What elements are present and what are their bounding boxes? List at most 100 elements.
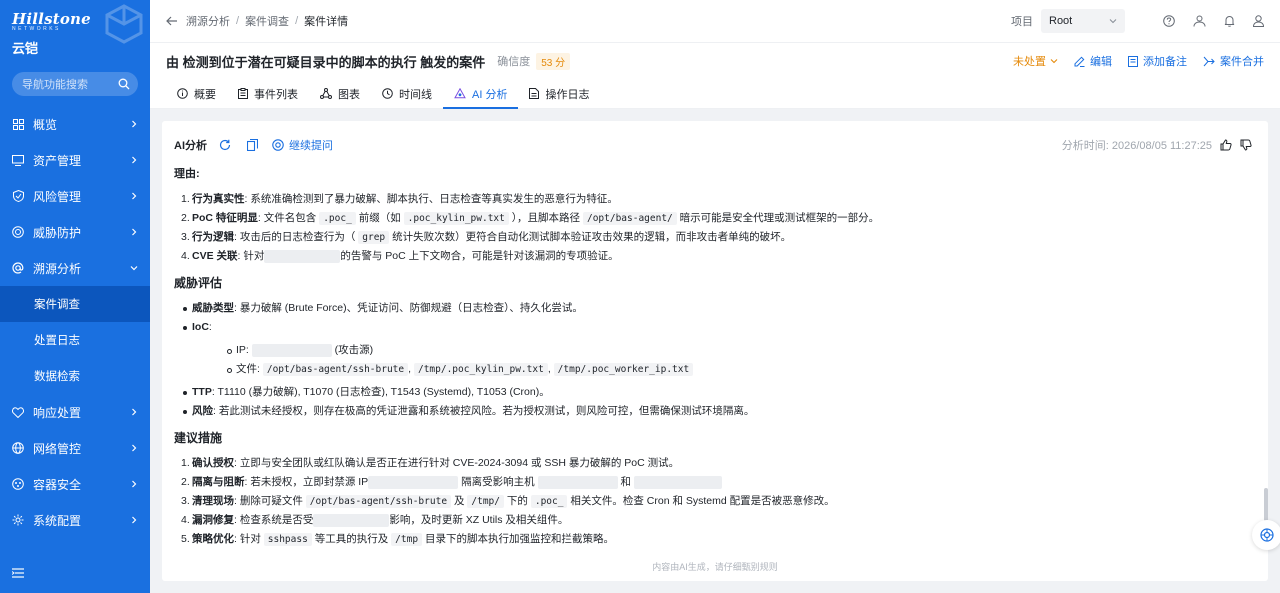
chevron-right-icon xyxy=(132,480,137,488)
item-text: : 针对 xyxy=(237,250,265,262)
help-icon[interactable] xyxy=(1163,15,1175,27)
item-text: ），且脚本路径 xyxy=(508,212,583,224)
item-key: 威胁类型 xyxy=(192,302,234,314)
case-title-bar: 由 检测到位于潜在可疑目录中的脚本的执行 触发的案件 确信度 53 分 未处置 … xyxy=(150,43,1280,79)
item-text: 等工具的执行及 xyxy=(311,533,392,545)
nav-item-risk[interactable]: 风险管理 xyxy=(0,178,150,214)
chevron-right-icon xyxy=(132,516,137,524)
search-icon[interactable] xyxy=(118,78,130,90)
thumbs-up-icon[interactable] xyxy=(1220,139,1232,151)
nav-item-system[interactable]: 系统配置 xyxy=(0,502,150,538)
bell-icon[interactable] xyxy=(1224,15,1235,27)
nav-item-label: 资产管理 xyxy=(33,153,82,168)
ai-analysis-card: AI分析 继续提问 分析时间: 2026/08/05 11:27:25 理由: … xyxy=(162,121,1268,581)
list-item: IP: (攻击源) xyxy=(174,341,1254,360)
merge-case-button[interactable]: 案件合并 xyxy=(1203,53,1264,69)
tab-label: 时间线 xyxy=(399,88,432,101)
list-item: 风险: 若此测试未经授权，则存在极高的凭证泄露和系统被控风险。若为授权测试，则风… xyxy=(174,402,1254,421)
list-item: IoC: xyxy=(174,318,1254,337)
item-key: CVE 关联 xyxy=(192,250,238,262)
nav-item-label: 风险管理 xyxy=(33,189,82,204)
item-text: : 针对 xyxy=(234,533,264,545)
clock-icon xyxy=(382,88,393,99)
item-text: 的告警与 PoC 上下文吻合，可能是针对该漏洞的专项验证。 xyxy=(340,250,619,262)
redacted-text xyxy=(264,249,341,263)
list-item: 1. 行为真实性: 系统准确检测到了暴力破解、脚本执行、日志检查等真实发生的恶意行… xyxy=(181,193,618,205)
item-text: : 暴力破解 (Brute Force)、凭证访问、防御规避（日志检查）、持久化… xyxy=(234,302,583,314)
back-arrow-icon[interactable] xyxy=(166,16,178,26)
item-text: 及 xyxy=(451,495,468,507)
list-item: 4. 漏洞修复: 检查系统是否受 影响，及时更新 XZ Utils 及相关组件。 xyxy=(181,513,569,527)
at-icon xyxy=(12,262,24,274)
tab-timeline[interactable]: 时间线 xyxy=(371,79,443,108)
thumbs-down-icon[interactable] xyxy=(1240,139,1252,151)
nav-item-assets[interactable]: 资产管理 xyxy=(0,142,150,178)
reason-heading: 理由: xyxy=(174,168,200,180)
item-key: 行为逻辑 xyxy=(192,231,234,243)
top-right-tools: 项目 Root xyxy=(1011,9,1264,33)
chevron-right-icon xyxy=(132,408,137,416)
nav-item-label: 网络管控 xyxy=(33,441,82,456)
copy-icon[interactable] xyxy=(247,139,258,151)
tab-label: AI 分析 xyxy=(472,88,508,101)
item-text: 前缀（如 xyxy=(355,212,404,224)
target-icon xyxy=(12,226,24,238)
item-text: : 若未授权，立即封禁源 IP xyxy=(244,476,369,488)
refresh-icon[interactable] xyxy=(219,139,231,151)
redacted-cve xyxy=(313,513,390,527)
inline-code: .poc_ xyxy=(319,212,356,225)
ai-assistant-button[interactable] xyxy=(1252,520,1280,550)
sidebar: Hillstone NETWORKS 云铠 导航功能搜索 概览 资产管理 风险管… xyxy=(0,0,150,593)
nav-sub-case-investigation[interactable]: 案件调查 xyxy=(0,286,150,322)
cube-icon xyxy=(105,4,143,44)
tab-ai-analysis[interactable]: AI 分析 xyxy=(443,79,519,109)
users-icon[interactable] xyxy=(1193,15,1206,27)
brand-logo[interactable]: Hillstone NETWORKS 云铠 xyxy=(12,10,91,57)
list-item: 4. CVE 关联: 针对 的告警与 PoC 上下文吻合，可能是针对该漏洞的专项验证… xyxy=(181,249,619,263)
nav-item-response[interactable]: 响应处置 xyxy=(0,394,150,430)
nav-item-trace[interactable]: 溯源分析 xyxy=(0,250,150,286)
grid-icon xyxy=(12,118,24,130)
breadcrumb: 溯源分析 / 案件调查 / 案件详情 xyxy=(186,13,348,29)
chevron-right-icon xyxy=(132,192,137,200)
breadcrumb-item[interactable]: 溯源分析 xyxy=(186,13,230,29)
shield-icon xyxy=(12,190,24,202)
top-bar: 溯源分析 / 案件调查 / 案件详情 项目 Root xyxy=(150,0,1280,43)
add-note-button[interactable]: 添加备注 xyxy=(1128,53,1187,69)
item-text: 目录下的脚本执行加强监控和拦截策略。 xyxy=(422,533,614,545)
product-name: 云铠 xyxy=(12,41,39,56)
breadcrumb-item[interactable]: 案件调查 xyxy=(245,13,289,29)
redacted-host xyxy=(537,475,618,489)
tab-operation-log[interactable]: 操作日志 xyxy=(518,79,600,108)
response-icon xyxy=(12,406,24,418)
status-dropdown[interactable]: 未处置 xyxy=(1013,53,1058,69)
nav-sub-data-search[interactable]: 数据检索 xyxy=(0,358,150,394)
list-item: 5. 策略优化: 针对 sshpass 等工具的执行及 /tmp 目录下的脚本执行… xyxy=(181,533,614,546)
list-item: 3. 清理现场: 删除可疑文件 /opt/bas-agent/ssh-brute … xyxy=(181,495,835,508)
nav-sub-disposal-log[interactable]: 处置日志 xyxy=(0,322,150,358)
inline-code: grep xyxy=(358,231,390,244)
clipboard-icon xyxy=(238,88,248,99)
nav-search-placeholder: 导航功能搜索 xyxy=(22,79,88,91)
project-select[interactable]: Root xyxy=(1041,9,1125,33)
collapse-menu-icon[interactable] xyxy=(12,568,24,578)
edit-button[interactable]: 编辑 xyxy=(1074,53,1112,69)
user-avatar-icon[interactable] xyxy=(1253,15,1264,27)
tab-summary[interactable]: 概要 xyxy=(166,79,227,108)
chevron-down-icon xyxy=(1050,59,1058,64)
nav-item-network[interactable]: 网络管控 xyxy=(0,430,150,466)
nav-search-input[interactable]: 导航功能搜索 xyxy=(12,72,138,96)
tab-graph[interactable]: 图表 xyxy=(309,79,371,108)
tab-event-list[interactable]: 事件列表 xyxy=(227,79,309,108)
inline-code: .poc_ xyxy=(530,495,568,508)
redacted-host xyxy=(633,475,722,489)
nav-item-overview[interactable]: 概览 xyxy=(0,106,150,142)
item-text: 影响，及时更新 XZ Utils 及相关组件。 xyxy=(389,514,569,526)
follow-up-button[interactable]: 继续提问 xyxy=(272,137,333,153)
nav-item-threat[interactable]: 威胁防护 xyxy=(0,214,150,250)
tab-label: 图表 xyxy=(338,88,360,101)
item-text: : 若此测试未经授权，则存在极高的凭证泄露和系统被控风险。若为授权测试，则风险可… xyxy=(213,405,755,417)
nav-item-container[interactable]: 容器安全 xyxy=(0,466,150,502)
item-key: TTP xyxy=(192,386,212,398)
inline-code: /tmp xyxy=(391,533,423,546)
